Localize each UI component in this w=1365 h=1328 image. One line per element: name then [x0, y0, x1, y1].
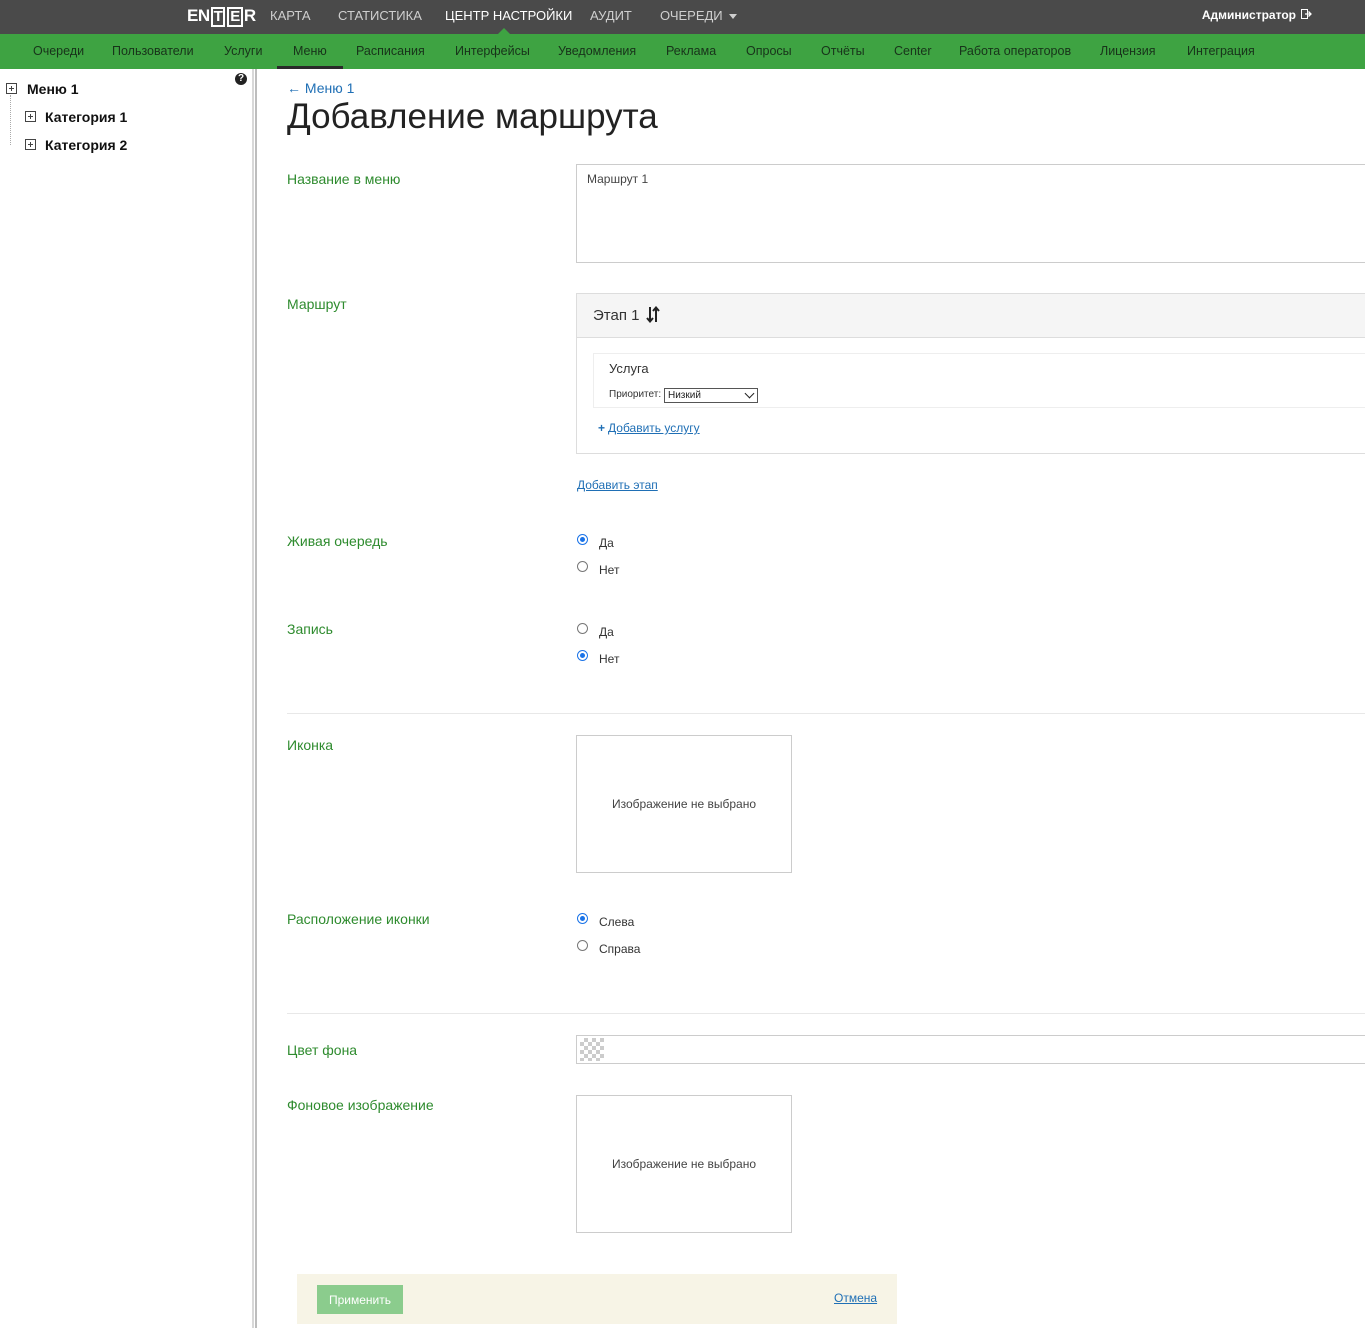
- icon-position-label: Расположение иконки: [287, 911, 430, 927]
- subnav-operators-work[interactable]: Работа операторов: [959, 34, 1071, 69]
- live-queue-no-label[interactable]: Нет: [599, 563, 619, 577]
- priority-label: Приоритет:: [609, 389, 662, 400]
- user-name[interactable]: Администратор: [1202, 0, 1296, 30]
- subnav-notifications[interactable]: Уведомления: [558, 34, 636, 69]
- route-label: Маршрут: [287, 296, 347, 312]
- icon-position-left-label[interactable]: Слева: [599, 915, 634, 929]
- live-queue-yes-radio[interactable]: [577, 534, 588, 545]
- live-queue-no-radio[interactable]: [577, 561, 588, 572]
- booking-yes-label[interactable]: Да: [599, 625, 614, 639]
- priority-select[interactable]: Низкий: [664, 388, 758, 403]
- icon-label: Иконка: [287, 737, 334, 753]
- live-queue-yes-label[interactable]: Да: [599, 536, 614, 550]
- topnav-queues-label: ОЧЕРЕДИ: [660, 8, 723, 23]
- icon-image-placeholder: Изображение не выбрано: [611, 797, 757, 811]
- bg-color-input[interactable]: [576, 1035, 1365, 1064]
- booking-yes-radio[interactable]: [577, 623, 588, 634]
- sort-icon[interactable]: [646, 306, 660, 323]
- icon-position-right-radio[interactable]: [577, 940, 588, 951]
- bg-image-picker[interactable]: Изображение не выбрано: [576, 1095, 792, 1233]
- icon-image-picker[interactable]: Изображение не выбрано: [576, 735, 792, 873]
- subnav-integration[interactable]: Интеграция: [1187, 34, 1255, 69]
- add-service-link[interactable]: + Добавить услугу: [598, 421, 700, 435]
- subnav-reports[interactable]: Отчёты: [821, 34, 865, 69]
- subnav-services[interactable]: Услуги: [224, 34, 262, 69]
- logout-icon[interactable]: [1301, 9, 1312, 19]
- subnav-menu[interactable]: Меню: [277, 34, 343, 69]
- apply-button[interactable]: Применить: [317, 1285, 403, 1314]
- icon-position-left-radio[interactable]: [577, 913, 588, 924]
- plus-square-icon[interactable]: [25, 139, 36, 150]
- page-title: Добавление маршрута: [287, 97, 658, 136]
- icon-position-right-label[interactable]: Справа: [599, 942, 640, 956]
- add-service-label: Добавить услугу: [608, 421, 700, 435]
- subnav-users[interactable]: Пользователи: [112, 34, 194, 69]
- booking-label: Запись: [287, 621, 333, 637]
- priority-select-value: Низкий: [668, 390, 701, 401]
- plus-icon: +: [598, 421, 606, 435]
- bg-image-label: Фоновое изображение: [287, 1097, 434, 1113]
- plus-square-icon[interactable]: [25, 111, 36, 122]
- topnav-statistics[interactable]: СТАТИСТИКА: [338, 0, 422, 34]
- booking-no-label[interactable]: Нет: [599, 652, 619, 666]
- menu-tree-panel: [0, 69, 252, 1328]
- panel-divider[interactable]: [252, 69, 254, 1328]
- tree-node-category-1[interactable]: Категория 1: [45, 109, 127, 125]
- help-icon[interactable]: ?: [235, 73, 247, 85]
- enter-logo[interactable]: EN T E R: [187, 6, 256, 28]
- menu-name-textarea[interactable]: Маршрут 1: [576, 164, 1365, 263]
- chevron-down-icon: [728, 14, 737, 20]
- stage-title: Этап 1: [593, 307, 640, 324]
- service-title: Услуга: [609, 361, 649, 376]
- subnav-interfaces[interactable]: Интерфейсы: [455, 34, 530, 69]
- tree-connector: [10, 95, 11, 145]
- bg-image-placeholder: Изображение не выбрано: [611, 1157, 757, 1171]
- subnav-schedules[interactable]: Расписания: [356, 34, 425, 69]
- subnav-center[interactable]: Center: [894, 34, 932, 69]
- topnav-queues[interactable]: ОЧЕРЕДИ: [660, 0, 737, 34]
- section-divider: [287, 1013, 1365, 1014]
- plus-square-icon[interactable]: [6, 83, 17, 94]
- color-swatch[interactable]: [580, 1038, 604, 1061]
- cancel-link[interactable]: Отмена: [834, 1291, 877, 1305]
- topnav-map[interactable]: КАРТА: [270, 0, 311, 34]
- bg-color-label: Цвет фона: [287, 1042, 358, 1058]
- tree-node-category-2[interactable]: Категория 2: [45, 137, 127, 153]
- back-link[interactable]: ← Меню 1: [287, 80, 354, 96]
- section-divider: [287, 713, 1365, 714]
- topnav-audit[interactable]: АУДИТ: [590, 0, 632, 34]
- live-queue-label: Живая очередь: [287, 533, 388, 549]
- menu-name-label: Название в меню: [287, 171, 401, 187]
- add-stage-link[interactable]: Добавить этап: [577, 478, 658, 492]
- subnav-license[interactable]: Лицензия: [1100, 34, 1156, 69]
- panel-divider-edge: [255, 69, 257, 1328]
- subnav-surveys[interactable]: Опросы: [746, 34, 792, 69]
- stage-header: Этап 1: [577, 294, 1365, 338]
- tree-node-menu-1[interactable]: Меню 1: [27, 81, 79, 97]
- chevron-down-icon: [744, 388, 755, 399]
- subnav-queues[interactable]: Очереди: [33, 34, 84, 69]
- booking-no-radio[interactable]: [577, 650, 588, 661]
- subnav-ads[interactable]: Реклама: [666, 34, 716, 69]
